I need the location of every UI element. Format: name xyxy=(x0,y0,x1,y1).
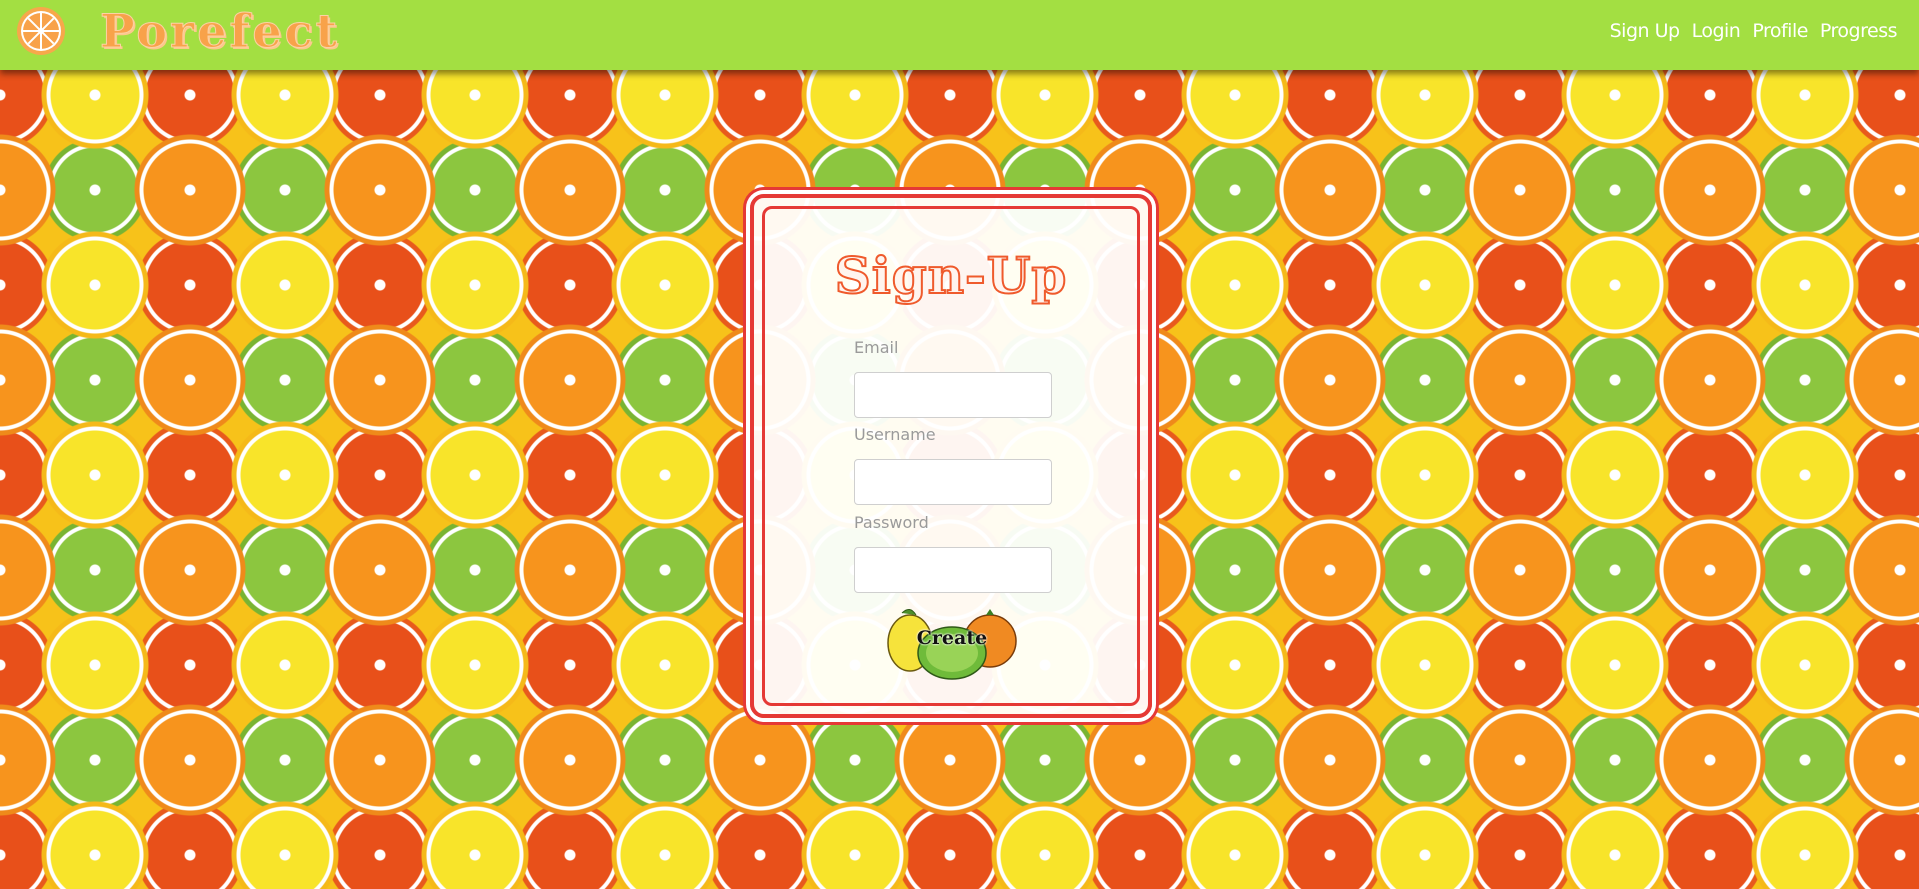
email-label: Email xyxy=(854,338,899,357)
signup-card: Sign-Up Email Username Password Create xyxy=(750,194,1152,718)
nav-progress[interactable]: Progress xyxy=(1820,20,1898,42)
username-label: Username xyxy=(854,425,936,444)
create-button-label: Create xyxy=(916,627,988,649)
brand-name: Porefect xyxy=(100,4,340,58)
password-field[interactable] xyxy=(854,547,1052,593)
top-navbar: Porefect Sign Up Login Profile Progress xyxy=(0,0,1919,70)
nav-sign-up[interactable]: Sign Up xyxy=(1610,20,1680,42)
nav-login[interactable]: Login xyxy=(1692,20,1741,42)
page-title: Sign-Up xyxy=(834,245,1068,306)
brand-home-link[interactable]: Porefect xyxy=(16,4,340,58)
username-field[interactable] xyxy=(854,459,1052,505)
main-nav: Sign Up Login Profile Progress xyxy=(1610,20,1898,42)
password-label: Password xyxy=(854,513,929,532)
orange-slice-icon xyxy=(17,7,65,55)
email-field[interactable] xyxy=(854,372,1052,418)
create-account-button[interactable]: Create xyxy=(884,603,1020,683)
nav-profile[interactable]: Profile xyxy=(1752,20,1808,42)
